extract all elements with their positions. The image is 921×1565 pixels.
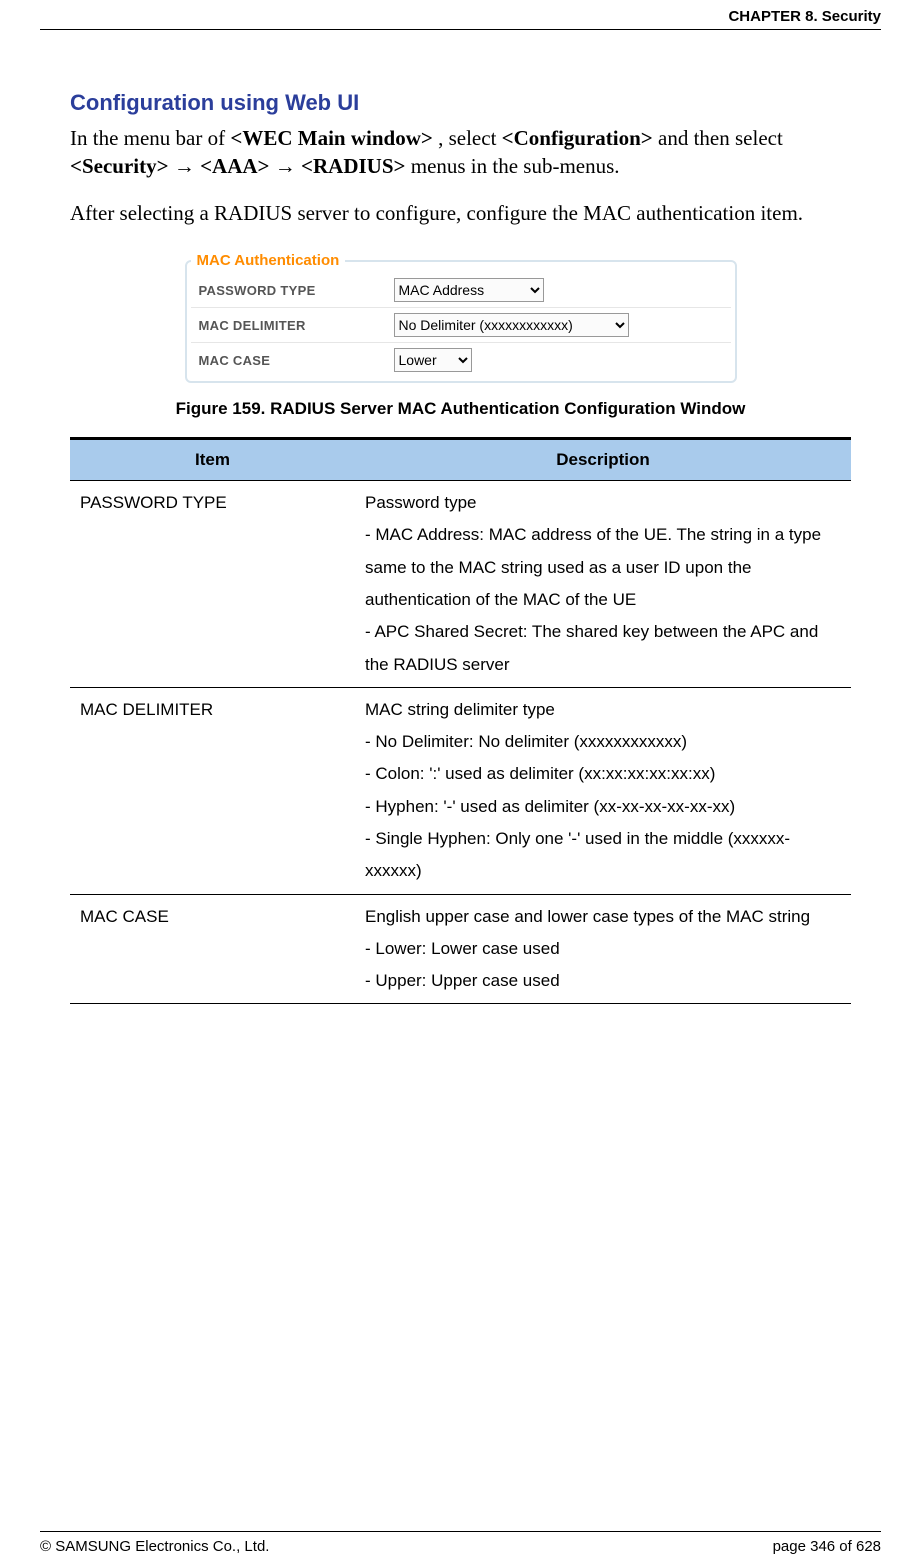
field-label: MAC DELIMITER (191, 318, 394, 333)
bold-security: <Security> (70, 154, 169, 178)
field-label: PASSWORD TYPE (191, 283, 394, 298)
table-row: MAC CASE English upper case and lower ca… (70, 894, 851, 1004)
footer-copyright: © SAMSUNG Electronics Co., Ltd. (40, 1538, 269, 1555)
cell-desc: English upper case and lower case types … (355, 894, 851, 1004)
password-type-select[interactable]: MAC Address (394, 278, 544, 302)
content-area: Configuration using Web UI In the menu b… (40, 30, 881, 1531)
arrow-icon: → (174, 154, 200, 178)
intro-paragraph-2: After selecting a RADIUS server to confi… (70, 199, 851, 227)
table-row: PASSWORD TYPE Password type - MAC Addres… (70, 481, 851, 688)
cell-item: MAC CASE (70, 894, 355, 1004)
figure-caption: Figure 159. RADIUS Server MAC Authentica… (70, 399, 851, 419)
bold-wec-main: <WEC Main window> (230, 126, 432, 150)
bold-configuration: <Configuration> (502, 126, 653, 150)
bold-aaa: <AAA> (200, 154, 269, 178)
text-span: In the menu bar of (70, 126, 230, 150)
figure-container: MAC Authentication PASSWORD TYPE MAC Add… (70, 252, 851, 419)
bold-radius: <RADIUS> (301, 154, 405, 178)
cell-desc: MAC string delimiter type - No Delimiter… (355, 687, 851, 894)
text-span: menus in the sub-menus. (411, 154, 620, 178)
chapter-header: CHAPTER 8. Security (40, 0, 881, 29)
mac-auth-fieldset: MAC Authentication PASSWORD TYPE MAC Add… (185, 252, 737, 383)
cell-item: PASSWORD TYPE (70, 481, 355, 688)
footer-page-number: page 346 of 628 (773, 1538, 881, 1555)
col-header-item: Item (70, 439, 355, 481)
section-heading: Configuration using Web UI (70, 90, 851, 116)
figure-row-password-type: PASSWORD TYPE MAC Address (191, 273, 731, 308)
text-span: , select (438, 126, 502, 150)
figure-row-mac-case: MAC CASE Lower (191, 343, 731, 377)
mac-case-select[interactable]: Lower (394, 348, 472, 372)
page-footer: © SAMSUNG Electronics Co., Ltd. page 346… (40, 1531, 881, 1565)
figure-row-mac-delimiter: MAC DELIMITER No Delimiter (xxxxxxxxxxxx… (191, 308, 731, 343)
arrow-icon: → (275, 154, 301, 178)
table-header-row: Item Description (70, 439, 851, 481)
fieldset-legend: MAC Authentication (191, 252, 346, 269)
text-span: and then select (658, 126, 783, 150)
cell-item: MAC DELIMITER (70, 687, 355, 894)
field-label: MAC CASE (191, 353, 394, 368)
col-header-desc: Description (355, 439, 851, 481)
table-row: MAC DELIMITER MAC string delimiter type … (70, 687, 851, 894)
cell-desc: Password type - MAC Address: MAC address… (355, 481, 851, 688)
intro-paragraph-1: In the menu bar of <WEC Main window> , s… (70, 124, 851, 181)
page-root: CHAPTER 8. Security Configuration using … (0, 0, 921, 1565)
mac-delimiter-select[interactable]: No Delimiter (xxxxxxxxxxxx) (394, 313, 629, 337)
description-table: Item Description PASSWORD TYPE Password … (70, 437, 851, 1004)
